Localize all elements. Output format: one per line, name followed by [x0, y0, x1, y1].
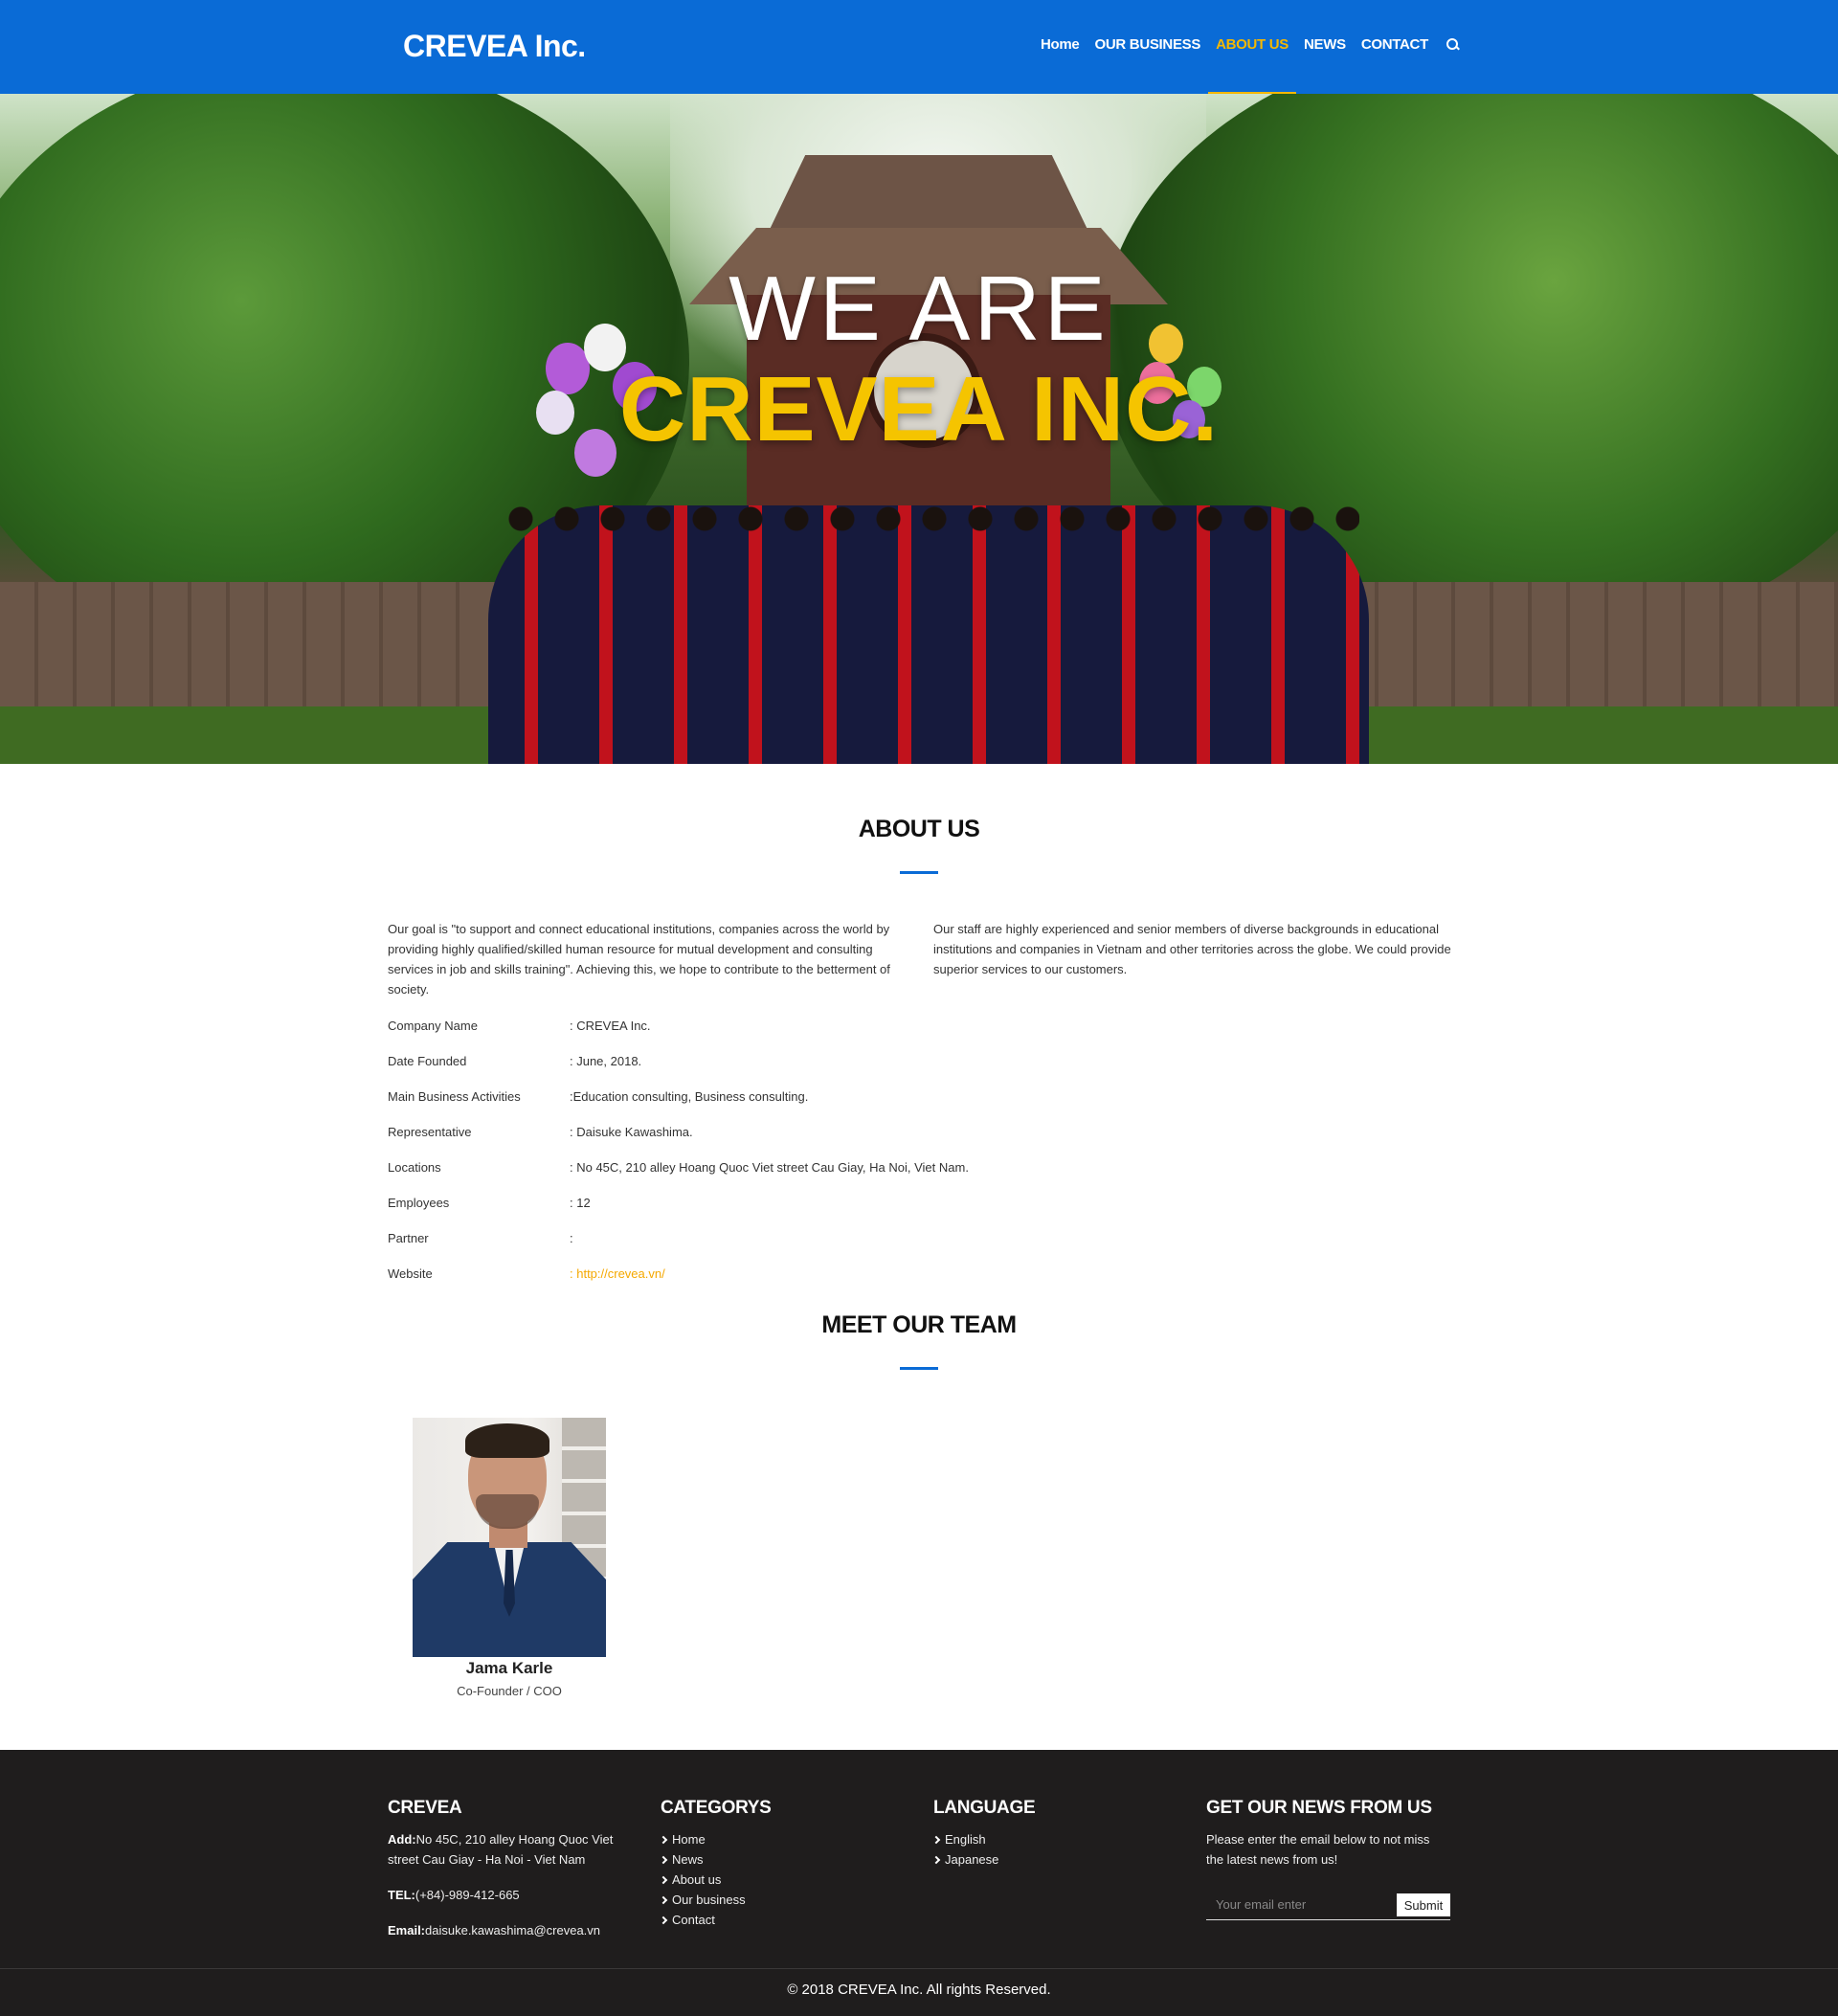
info-value: : Daisuke Kawashima.	[570, 1125, 693, 1139]
footer-categories: CATEGORYS Home News About us Our busines…	[659, 1798, 900, 1930]
about-title: ABOUT US	[858, 816, 980, 842]
chevron-right-icon	[931, 1855, 941, 1865]
chevron-right-icon	[659, 1915, 668, 1925]
team-member-role: Co-Founder / COO	[457, 1684, 562, 1698]
info-label: Website	[388, 1266, 433, 1281]
copyright: © 2018 CREVEA Inc. All rights Reserved.	[787, 1982, 1051, 1998]
info-value: : June, 2018.	[570, 1054, 642, 1068]
info-label: Partner	[388, 1231, 429, 1245]
info-row-representative: Representative : Daisuke Kawashima.	[388, 1125, 693, 1139]
footer-address: Add:No 45C, 210 alley Hoang Quoc Viet st…	[388, 1829, 637, 1870]
footer-link-label: Home	[672, 1832, 706, 1847]
main-nav: Home OUR BUSINESS ABOUT US NEWS CONTACT	[1041, 36, 1461, 95]
info-label: Representative	[388, 1125, 472, 1139]
footer-language-list: English Japanese	[931, 1829, 1173, 1870]
hero-graduates	[488, 505, 1369, 764]
chevron-right-icon	[659, 1835, 668, 1845]
chevron-right-icon	[659, 1855, 668, 1865]
footer-categories-heading: CATEGORYS	[661, 1798, 772, 1818]
hero-banner: WE ARE CREVEA INC.	[0, 94, 1838, 764]
newsletter-form: Submit	[1206, 1892, 1450, 1920]
language-japanese[interactable]: Japanese	[931, 1849, 1173, 1870]
info-value: : No 45C, 210 alley Hoang Quoc Viet stre…	[570, 1160, 969, 1175]
info-row-date-founded: Date Founded : June, 2018.	[388, 1054, 641, 1068]
about-paragraph-right: Our staff are highly experienced and sen…	[933, 922, 1451, 976]
tel-label: TEL:	[388, 1888, 415, 1902]
nav-item-our-business[interactable]: OUR BUSINESS	[1094, 36, 1200, 53]
website-link[interactable]: : http://crevea.vn/	[570, 1266, 665, 1281]
team-title-underline	[900, 1367, 938, 1370]
about-title-underline	[900, 871, 938, 874]
tel-value: (+84)-989-412-665	[415, 1888, 520, 1902]
info-row-website: Website : http://crevea.vn/	[388, 1266, 665, 1281]
info-label: Date Founded	[388, 1054, 467, 1068]
search-icon[interactable]	[1446, 37, 1461, 53]
email-label: Email:	[388, 1923, 426, 1938]
footer-link-label: Contact	[672, 1913, 715, 1927]
footer-language: LANGUAGE English Japanese	[931, 1798, 1173, 1870]
info-label: Employees	[388, 1196, 450, 1210]
footer-link-news[interactable]: News	[659, 1849, 900, 1870]
footer-newsletter: GET OUR NEWS FROM US Please enter the em…	[1206, 1798, 1450, 1932]
footer-divider	[0, 1968, 1838, 1969]
footer-company: CREVEA Add:No 45C, 210 alley Hoang Quoc …	[388, 1798, 637, 1940]
info-label: Company Name	[388, 1019, 478, 1033]
footer-link-label: Japanese	[945, 1852, 999, 1867]
info-label: Locations	[388, 1160, 441, 1175]
info-value: :Education consulting, Business consulti…	[570, 1089, 809, 1104]
hero-title-line2: CREVEA INC.	[618, 358, 1220, 460]
nav-item-news[interactable]: NEWS	[1304, 36, 1346, 53]
team-member-name: Jama Karle	[465, 1659, 553, 1677]
footer-company-heading: CREVEA	[388, 1798, 462, 1818]
chevron-right-icon	[659, 1875, 668, 1885]
footer-link-our-business[interactable]: Our business	[659, 1890, 900, 1910]
team-member-photo	[413, 1418, 606, 1657]
team-title: MEET OUR TEAM	[821, 1311, 1017, 1338]
nav-item-contact[interactable]: CONTACT	[1361, 36, 1428, 53]
info-row-employees: Employees : 12	[388, 1196, 591, 1210]
footer-categories-list: Home News About us Our business Contact	[659, 1829, 900, 1930]
newsletter-submit-button[interactable]: Submit	[1397, 1893, 1450, 1916]
info-row-locations: Locations : No 45C, 210 alley Hoang Quoc…	[388, 1160, 969, 1175]
hero-title-line1: WE ARE	[728, 258, 1110, 360]
footer-tel: TEL:(+84)-989-412-665	[388, 1885, 637, 1905]
footer-link-about-us[interactable]: About us	[659, 1870, 900, 1890]
site-logo[interactable]: CREVEA Inc.	[403, 29, 586, 64]
info-label: Main Business Activities	[388, 1089, 521, 1104]
newsletter-email-input[interactable]	[1206, 1892, 1388, 1916]
hero-graduate-heads	[498, 496, 1359, 544]
photo-hair	[465, 1423, 549, 1458]
address-label: Add:	[388, 1832, 416, 1847]
info-value: : CREVEA Inc.	[570, 1019, 651, 1033]
footer-link-label: English	[945, 1832, 986, 1847]
footer-link-label: News	[672, 1852, 704, 1867]
footer-language-heading: LANGUAGE	[933, 1798, 1036, 1818]
chevron-right-icon	[931, 1835, 941, 1845]
footer-link-label: Our business	[672, 1893, 746, 1907]
footer-link-home[interactable]: Home	[659, 1829, 900, 1849]
info-row-company-name: Company Name : CREVEA Inc.	[388, 1019, 651, 1033]
site-footer: CREVEA Add:No 45C, 210 alley Hoang Quoc …	[0, 1750, 1838, 2016]
info-value: : 12	[570, 1196, 591, 1210]
info-row-partner: Partner :	[388, 1231, 573, 1245]
footer-newsletter-heading: GET OUR NEWS FROM US	[1206, 1798, 1432, 1818]
info-row-business-activities: Main Business Activities :Education cons…	[388, 1089, 808, 1104]
nav-item-home[interactable]: Home	[1041, 36, 1080, 53]
chevron-right-icon	[659, 1895, 668, 1905]
email-value[interactable]: daisuke.kawashima@crevea.vn	[425, 1923, 600, 1938]
language-english[interactable]: English	[931, 1829, 1173, 1849]
about-paragraph-left: Our goal is "to support and connect educ…	[388, 922, 890, 997]
address-value: No 45C, 210 alley Hoang Quoc Viet street…	[388, 1832, 614, 1867]
footer-newsletter-text: Please enter the email below to not miss…	[1206, 1832, 1430, 1867]
footer-email: Email:daisuke.kawashima@crevea.vn	[388, 1920, 637, 1940]
footer-link-label: About us	[672, 1872, 722, 1887]
info-value: :	[570, 1231, 573, 1245]
footer-link-contact[interactable]: Contact	[659, 1910, 900, 1930]
nav-item-about-us[interactable]: ABOUT US	[1208, 36, 1296, 95]
site-header: CREVEA Inc. Home OUR BUSINESS ABOUT US N…	[0, 0, 1838, 95]
